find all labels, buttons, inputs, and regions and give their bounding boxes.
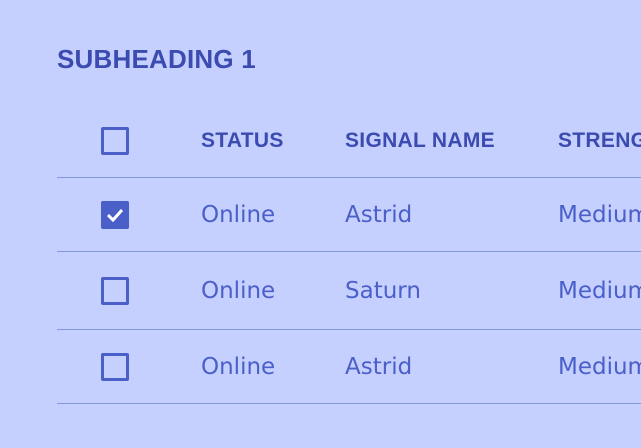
signal-name-cell: Astrid — [345, 353, 413, 380]
strength-cell: Medium — [558, 201, 641, 228]
row-checkbox-cell — [101, 330, 137, 403]
row-checkbox[interactable] — [101, 276, 129, 305]
signal-name-cell: Astrid — [345, 201, 413, 228]
header-checkbox-cell — [101, 104, 137, 177]
table-row[interactable]: Online Astrid Medium — [57, 178, 641, 252]
checkmark-icon — [106, 208, 124, 222]
signal-table: STATUS SIGNAL NAME STRENGTH Online Astri… — [57, 104, 641, 404]
table-row[interactable]: Online Saturn Medium — [57, 252, 641, 330]
column-header-strength[interactable]: STRENGTH — [558, 104, 641, 177]
strength-cell: Medium — [558, 353, 641, 380]
column-header-status[interactable]: STATUS — [201, 104, 284, 177]
select-all-checkbox[interactable] — [101, 126, 129, 155]
status-cell: Online — [201, 201, 276, 228]
status-cell: Online — [201, 353, 276, 380]
column-header-signal-name[interactable]: SIGNAL NAME — [345, 104, 495, 177]
row-checkbox[interactable] — [101, 200, 129, 229]
row-checkbox-cell — [101, 178, 137, 251]
section-heading: SUBHEADING 1 — [57, 44, 256, 74]
row-checkbox[interactable] — [101, 352, 129, 381]
status-cell: Online — [201, 277, 276, 304]
table-header-row: STATUS SIGNAL NAME STRENGTH — [57, 104, 641, 178]
signal-name-cell: Saturn — [345, 277, 421, 304]
strength-cell: Medium — [558, 277, 641, 304]
row-checkbox-cell — [101, 252, 137, 329]
table-row[interactable]: Online Astrid Medium — [57, 330, 641, 404]
